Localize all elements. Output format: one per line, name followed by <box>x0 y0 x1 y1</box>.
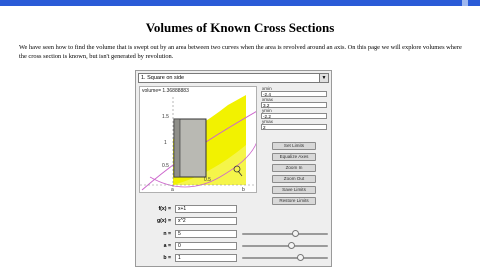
y-tick-label: 1 <box>164 140 167 146</box>
a-slider-knob[interactable] <box>288 242 296 249</box>
x-tick-label: b <box>242 187 245 193</box>
ymax-group: ymax <box>261 119 329 130</box>
y-tick-label: 0.5 <box>162 163 169 169</box>
a-slider[interactable] <box>242 242 328 249</box>
a-input[interactable] <box>175 242 237 250</box>
b-input[interactable] <box>175 254 237 262</box>
xmin-group: xmin <box>261 86 329 97</box>
n-input[interactable] <box>175 230 237 238</box>
n-row: n = <box>139 230 329 239</box>
ymax-input[interactable] <box>261 124 327 130</box>
volume-applet: 1. Square on side ▼ 1.5 1 0.5 a 0.5 b vo… <box>135 70 332 267</box>
graph-svg: 1.5 1 0.5 a 0.5 b <box>140 95 256 193</box>
slab-side <box>173 118 181 178</box>
intro-paragraph: We have seen how to find the volume that… <box>19 44 462 60</box>
b-label: b = <box>163 255 171 261</box>
xmax-group: xmax <box>261 97 329 108</box>
browser-top-bar <box>0 0 480 6</box>
ymin-group: ymin <box>261 108 329 119</box>
cross-section-select-value: 1. Square on side <box>141 75 185 81</box>
top-bar-marker <box>462 0 468 6</box>
g-input[interactable] <box>175 217 237 225</box>
save-limits-button[interactable]: Save Limits <box>272 186 316 194</box>
n-slider-knob[interactable] <box>291 230 299 237</box>
g-label: g(x) = <box>157 218 171 224</box>
page-title: Volumes of Known Cross Sections <box>145 20 335 35</box>
cross-section-select[interactable]: 1. Square on side ▼ <box>138 73 329 83</box>
volume-readout: volume= 1.36888883 <box>142 88 189 94</box>
a-row: a = <box>139 242 329 251</box>
n-label: n = <box>163 231 171 237</box>
set-limits-button[interactable]: Set Limits <box>272 142 316 150</box>
x-tick-label: 0.5 <box>204 177 211 183</box>
f-row: f(x) = <box>139 205 329 214</box>
graph-canvas[interactable]: 1.5 1 0.5 a 0.5 b volume= 1.36888883 <box>139 86 257 193</box>
b-slider-knob[interactable] <box>296 254 304 261</box>
equalize-axes-button[interactable]: Equalize Axes <box>272 153 316 161</box>
f-input[interactable] <box>175 205 237 213</box>
x-tick-label: a <box>171 187 174 193</box>
a-label: a = <box>163 243 171 249</box>
zoom-out-button[interactable]: Zoom Out <box>272 175 316 183</box>
n-slider[interactable] <box>242 230 328 237</box>
chevron-down-icon[interactable]: ▼ <box>319 74 328 82</box>
g-row: g(x) = <box>139 217 329 226</box>
zoom-in-button[interactable]: Zoom In <box>272 164 316 172</box>
b-slider[interactable] <box>242 254 328 261</box>
f-label: f(x) = <box>158 206 171 212</box>
limits-panel: xmin xmax ymin ymax <box>261 86 329 130</box>
limit-buttons: Set Limits Equalize Axes Zoom In Zoom Ou… <box>272 142 318 208</box>
restore-limits-button[interactable]: Restore Limits <box>272 197 316 205</box>
y-tick-label: 1.5 <box>162 114 169 120</box>
b-row: b = <box>139 254 329 263</box>
